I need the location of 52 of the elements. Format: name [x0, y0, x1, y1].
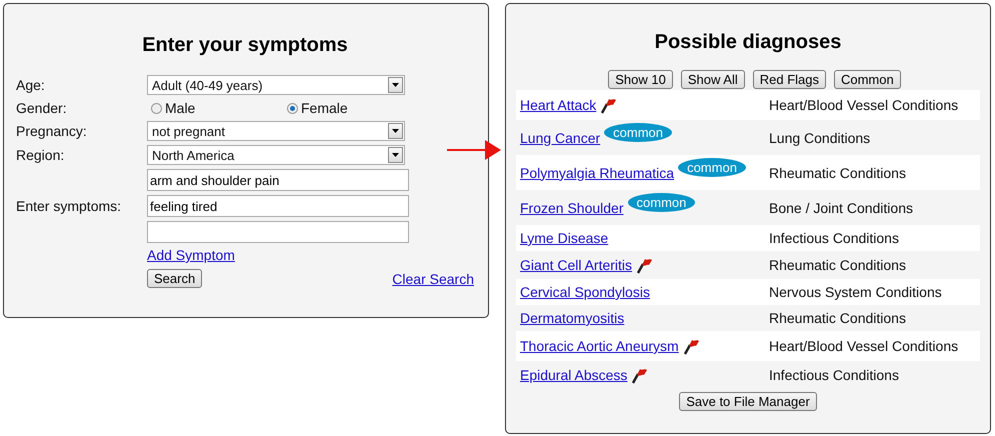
common-badge: common — [678, 158, 746, 177]
symptom-field[interactable]: feeling tired — [147, 195, 409, 217]
dropdown[interactable]: not pregnant — [147, 121, 405, 141]
filter-button[interactable]: Show All — [680, 70, 745, 89]
diagnosis-link[interactable]: Lyme Disease — [520, 230, 608, 246]
field-label: Region: — [16, 147, 66, 163]
diagnosis-link[interactable]: Polymyalgia Rheumatica — [520, 164, 674, 180]
condition-category: Rheumatic Conditions — [769, 310, 907, 326]
diagnosis-link[interactable]: Lung Cancer — [520, 130, 600, 146]
field-label: Enter symptoms: — [16, 198, 122, 214]
diagnosis-link[interactable]: Frozen Shoulder — [520, 200, 624, 216]
panel-title: Possible diagnoses — [654, 31, 842, 54]
condition-category: Heart/Blood Vessel Conditions — [769, 97, 960, 113]
radio-button[interactable] — [287, 102, 298, 114]
diagnosis-link[interactable]: Thoracic Aortic Aneurysm — [520, 338, 679, 354]
dropdown[interactable]: Adult (40-49 years) — [147, 75, 405, 95]
diagnosis-link[interactable]: Dermatomyositis — [520, 310, 624, 326]
condition-category: Rheumatic Conditions — [769, 164, 907, 180]
search-button[interactable]: Search — [147, 269, 202, 288]
caret-icon — [392, 83, 399, 87]
symptom-field[interactable] — [147, 221, 409, 243]
common-badge: common — [604, 123, 672, 142]
diagnosis-link[interactable]: Heart Attack — [520, 97, 596, 113]
common-badge: common — [628, 193, 696, 212]
radio-label: Female — [301, 100, 348, 116]
field-label: Age: — [16, 77, 46, 93]
caret-icon — [392, 129, 399, 133]
radio-label: Male — [165, 100, 196, 116]
filter-button[interactable]: Common — [834, 70, 901, 89]
condition-category: Lung Conditions — [769, 130, 872, 146]
condition-category: Bone / Joint Conditions — [769, 200, 914, 216]
caret-icon — [392, 153, 399, 157]
add-symptom-link[interactable]: Add Symptom — [147, 247, 235, 263]
condition-category: Heart/Blood Vessel Conditions — [769, 338, 960, 354]
condition-category: Rheumatic Conditions — [769, 257, 907, 273]
filter-button[interactable]: Red Flags — [752, 70, 826, 89]
diagnosis-link[interactable]: Cervical Spondylosis — [520, 284, 650, 300]
diagnosis-link[interactable]: Giant Cell Arteritis — [520, 257, 632, 273]
field-label: Gender: — [16, 100, 68, 116]
filter-button[interactable]: Show 10 — [608, 70, 673, 89]
field-label: Pregnancy: — [16, 123, 88, 139]
radio-button[interactable] — [151, 102, 162, 114]
dropdown[interactable]: North America — [147, 145, 405, 165]
panel-title: Enter your symptoms — [141, 34, 349, 57]
clear-search-link[interactable]: Clear Search — [392, 270, 474, 286]
condition-category: Infectious Conditions — [769, 367, 900, 383]
save-button[interactable]: Save to File Manager — [679, 392, 817, 411]
diagnosis-link[interactable]: Epidural Abscess — [520, 367, 628, 383]
condition-category: Nervous System Conditions — [769, 284, 943, 300]
arrow-icon — [447, 140, 501, 160]
condition-category: Infectious Conditions — [769, 230, 900, 246]
symptom-field[interactable]: arm and shoulder pain — [147, 169, 409, 191]
